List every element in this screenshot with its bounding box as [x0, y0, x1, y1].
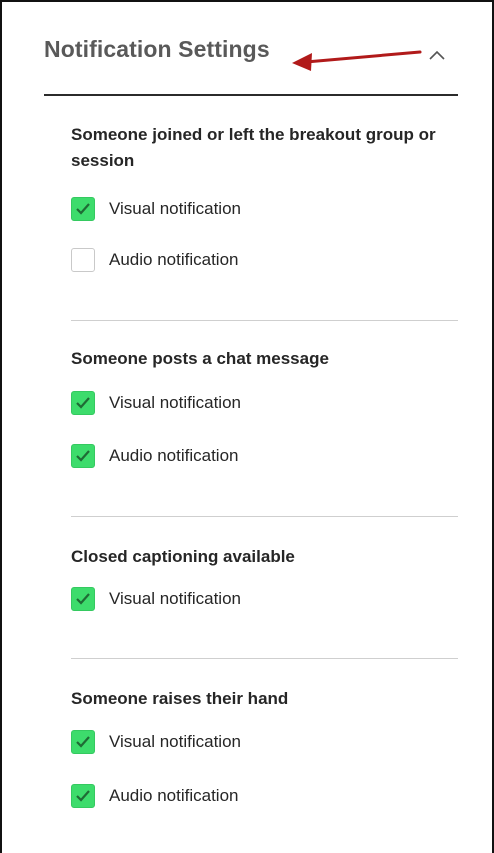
audio-notification-checkbox[interactable] — [71, 248, 95, 272]
notification-settings-panel: Notification Settings Someone joined or … — [0, 0, 494, 853]
checkmark-icon — [76, 450, 90, 462]
section-divider — [71, 516, 458, 517]
section-title: Someone joined or left the breakout grou… — [71, 125, 436, 170]
option-label: Visual notification — [109, 589, 241, 608]
checkmark-icon — [76, 203, 90, 215]
panel-title: Notification Settings — [44, 36, 270, 62]
option-visual-notification[interactable]: Visual notification — [71, 728, 241, 756]
option-label: Audio notification — [109, 446, 239, 465]
annotation-arrow-icon — [292, 50, 422, 71]
option-label: Visual notification — [109, 732, 241, 751]
option-label: Audio notification — [109, 250, 239, 269]
section-divider — [71, 320, 458, 321]
option-audio-notification[interactable]: Audio notification — [71, 442, 238, 470]
visual-notification-checkbox[interactable] — [71, 730, 95, 754]
collapse-button[interactable] — [422, 40, 452, 70]
visual-notification-checkbox[interactable] — [71, 587, 95, 611]
option-visual-notification[interactable]: Visual notification — [71, 585, 241, 613]
option-label: Visual notification — [109, 199, 241, 218]
option-audio-notification[interactable]: Audio notification — [71, 246, 238, 274]
audio-notification-checkbox[interactable] — [71, 784, 95, 808]
checkmark-icon — [76, 593, 90, 605]
visual-notification-checkbox[interactable] — [71, 197, 95, 221]
section-raise-hand: Someone raises their hand Visual notific… — [71, 686, 458, 826]
section-title: Closed captioning available — [71, 547, 295, 566]
option-visual-notification[interactable]: Visual notification — [71, 389, 241, 417]
option-label: Visual notification — [109, 393, 241, 412]
option-label: Audio notification — [109, 786, 239, 805]
section-title: Someone raises their hand — [71, 689, 289, 708]
visual-notification-checkbox[interactable] — [71, 391, 95, 415]
panel-header: Notification Settings — [44, 26, 458, 96]
audio-notification-checkbox[interactable] — [71, 444, 95, 468]
section-divider — [71, 658, 458, 659]
option-audio-notification[interactable]: Audio notification — [71, 782, 238, 810]
section-closed-captioning: Closed captioning available Visual notif… — [71, 544, 458, 624]
checkmark-icon — [76, 790, 90, 802]
checkmark-icon — [76, 397, 90, 409]
section-join-leave: Someone joined or left the breakout grou… — [71, 122, 458, 282]
section-title: Someone posts a chat message — [71, 349, 329, 368]
chevron-up-icon — [429, 50, 445, 60]
section-chat-message: Someone posts a chat message Visual noti… — [71, 346, 458, 486]
option-visual-notification[interactable]: Visual notification — [71, 195, 241, 223]
checkmark-icon — [76, 736, 90, 748]
